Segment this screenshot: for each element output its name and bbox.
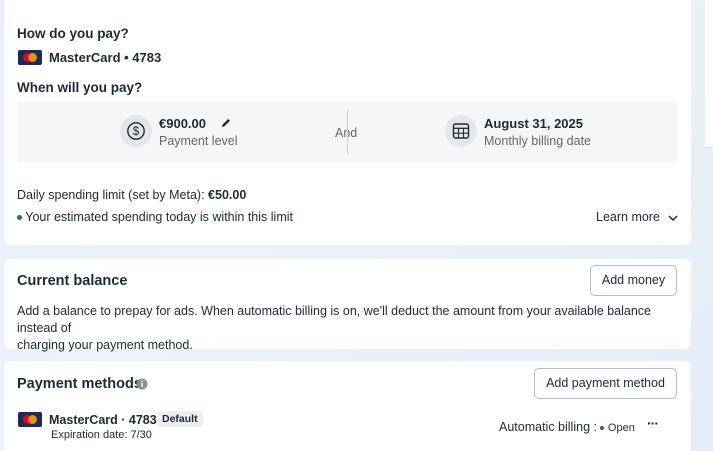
payment-level-value: €900.00	[159, 116, 206, 131]
how-pay-title: How do you pay?	[17, 26, 129, 41]
default-badge: Default	[157, 411, 203, 427]
adjacent-panel-edge	[705, 0, 713, 148]
status-dot-icon	[17, 215, 22, 221]
balance-title: Current balance	[17, 273, 128, 289]
daily-limit-text: Daily spending limit (set by Meta): €50.…	[17, 188, 246, 202]
pencil-icon[interactable]	[220, 116, 232, 128]
limit-status-text: Your estimated spending today is within …	[25, 210, 293, 224]
balance-description-line2: charging your payment method.	[17, 338, 193, 352]
chevron-down-icon	[668, 215, 678, 221]
billing-date-label: Monthly billing date	[484, 134, 592, 148]
automatic-billing-value: Open	[607, 422, 635, 434]
expiration-date: Expiration date: 7/30	[51, 429, 152, 441]
daily-limit-value: €50.00	[208, 188, 247, 202]
automatic-billing-label: Automatic billing :	[499, 420, 601, 434]
panel-divider	[347, 110, 348, 154]
payment-schedule-panel: $ €900.00 Payment level And August 31, 2…	[17, 102, 677, 162]
payment-methods-title: Payment methods	[17, 376, 142, 392]
payment-level-label: Payment level	[159, 134, 238, 148]
limit-status: Your estimated spending today is within …	[17, 210, 293, 224]
add-payment-method-button[interactable]: Add payment method	[534, 368, 677, 399]
billing-date-value: August 31, 2025	[484, 116, 583, 131]
mastercard-icon	[18, 412, 42, 427]
daily-limit-prefix: Daily spending limit (set by Meta):	[17, 188, 209, 202]
balance-description-line1: Add a balance to prepay for ads. When au…	[17, 304, 652, 335]
method-card-label: MasterCard · 4783	[49, 413, 157, 427]
payment-method-row[interactable]: MasterCard · 4783 Default Expiration dat…	[4, 405, 691, 451]
mastercard-icon	[18, 50, 42, 65]
more-icon[interactable]: ···	[647, 415, 659, 431]
status-dot-icon	[600, 425, 605, 430]
payment-card-label: MasterCard • 4783	[49, 50, 162, 65]
automatic-billing-status: Automatic billing : Open	[499, 420, 635, 434]
info-icon[interactable]	[136, 377, 148, 390]
learn-more-label: Learn more	[596, 210, 660, 224]
calendar-icon	[445, 115, 477, 147]
add-money-button[interactable]: Add money	[590, 265, 677, 296]
when-pay-title: When will you pay?	[17, 80, 143, 95]
current-balance-card: Current balance Add money Add a balance …	[4, 259, 691, 352]
payment-methods-card: Payment methods Add payment method Maste…	[4, 361, 691, 451]
balance-description: Add a balance to prepay for ads. When au…	[17, 303, 687, 354]
dollar-icon: $	[120, 115, 152, 147]
svg-text:$: $	[133, 126, 140, 138]
billing-settings-card: How do you pay? MasterCard • 4783 When w…	[4, 0, 691, 245]
learn-more-link[interactable]: Learn more	[596, 210, 678, 224]
